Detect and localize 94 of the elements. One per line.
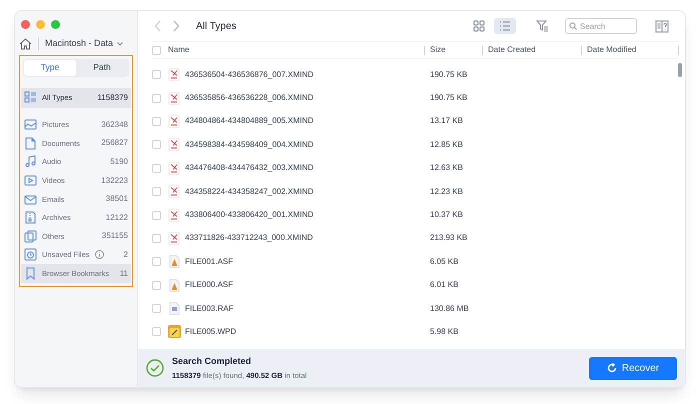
- file-name: 434476408-434476432_003.XMIND: [185, 162, 314, 174]
- check-circle-icon: [146, 359, 164, 377]
- column-header[interactable]: Size: [430, 44, 446, 56]
- search-field[interactable]: Search: [565, 18, 637, 34]
- file-name: 434358224-434358247_002.XMIND: [185, 186, 314, 198]
- page-title: All Types: [196, 20, 236, 34]
- row-checkbox[interactable]: [152, 164, 161, 173]
- search-icon: [569, 22, 577, 30]
- file-icon: [168, 185, 181, 198]
- select-all-checkbox[interactable]: [152, 46, 161, 54]
- file-icon: [168, 255, 181, 268]
- category-count: 132223: [101, 174, 128, 187]
- file-size: 13.17 KB: [430, 116, 463, 126]
- file-size: 6.01 KB: [430, 280, 458, 290]
- refresh-icon: [606, 363, 617, 373]
- help-book-icon[interactable]: [655, 20, 669, 32]
- row-checkbox[interactable]: [152, 210, 161, 220]
- row-checkbox[interactable]: [152, 257, 161, 266]
- row-checkbox[interactable]: [152, 280, 161, 290]
- file-icon: [168, 138, 181, 152]
- file-icon: [168, 278, 181, 292]
- file-name: 434804864-434804889_005.XMIND: [185, 115, 314, 128]
- scrollbar-thumb[interactable]: [678, 63, 682, 77]
- category-count: 256827: [101, 137, 128, 150]
- file-size: 10.37 KB: [430, 210, 463, 220]
- file-size: 12.63 KB: [430, 163, 463, 172]
- file-icon: [168, 208, 181, 222]
- file-name: 433711826-433712243_000.XMIND: [185, 232, 313, 244]
- row-checkbox[interactable]: [152, 94, 161, 103]
- file-name: FILE001.ASF: [185, 256, 234, 268]
- row-checkbox[interactable]: [152, 140, 161, 150]
- file-name: 436535856-436536228_006.XMIND: [185, 92, 314, 104]
- row-checkbox[interactable]: [152, 304, 161, 314]
- pictures-icon: [24, 118, 37, 132]
- status-title: Search Completed: [172, 354, 252, 368]
- category-count: 1158379: [97, 92, 128, 104]
- file-size: 5.98 KB: [430, 326, 458, 336]
- category-count: 12122: [106, 212, 128, 224]
- grid-icon: [473, 20, 485, 32]
- emails-icon: [24, 192, 37, 206]
- tab[interactable]: Type: [24, 60, 76, 76]
- file-icon: [168, 302, 181, 316]
- bookmarks-icon: [24, 267, 37, 280]
- videos-icon: [24, 174, 37, 188]
- recover-button[interactable]: Recover: [589, 356, 677, 380]
- archives-icon: [24, 211, 37, 224]
- list-view-button[interactable]: [494, 18, 516, 34]
- info-icon[interactable]: [94, 250, 104, 260]
- category-count: 351155: [102, 230, 128, 242]
- drive-selector[interactable]: Macintosh - Data: [45, 37, 124, 50]
- file-name: FILE003.RAF: [185, 302, 234, 315]
- category-count: 2: [124, 248, 128, 261]
- file-icon: [168, 162, 181, 175]
- row-checkbox[interactable]: [152, 187, 161, 196]
- file-icon: [168, 325, 181, 338]
- others-icon: [24, 230, 37, 243]
- column-header[interactable]: Date Modified: [587, 44, 636, 56]
- category-count: 5190: [110, 156, 128, 168]
- row-checkbox[interactable]: [152, 234, 161, 243]
- file-size: 130.86 MB: [430, 304, 469, 313]
- category-count: 38501: [106, 193, 128, 206]
- all-icon: [24, 91, 37, 104]
- filter-icon[interactable]: [536, 20, 549, 32]
- tab[interactable]: Path: [76, 60, 128, 76]
- row-checkbox[interactable]: [152, 116, 161, 126]
- unsaved-icon: [24, 248, 37, 262]
- file-icon: [168, 68, 181, 82]
- file-name: FILE005.WPD: [185, 326, 236, 338]
- file-size: 6.05 KB: [430, 256, 458, 266]
- category-count: 11: [120, 268, 128, 280]
- file-size: 12.85 KB: [430, 140, 463, 149]
- file-size: 213.93 KB: [430, 233, 468, 242]
- file-icon: [168, 114, 181, 128]
- forward-icon[interactable]: [172, 20, 180, 32]
- column-header[interactable]: Name: [168, 44, 190, 56]
- home-icon[interactable]: [19, 38, 32, 50]
- file-name: 436536504-436536876_007.XMIND: [185, 68, 314, 81]
- documents-icon: [24, 136, 37, 150]
- chevron-down-icon: [117, 42, 124, 46]
- row-checkbox[interactable]: [152, 70, 161, 80]
- file-icon: [168, 92, 181, 105]
- audio-icon: [24, 155, 37, 168]
- file-size: 12.23 KB: [430, 186, 463, 196]
- file-name: 433806400-433806420_001.XMIND: [185, 209, 314, 222]
- file-size: 190.75 KB: [430, 93, 468, 102]
- file-name: 434598384-434598409_004.XMIND: [185, 138, 314, 151]
- file-size: 190.75 KB: [430, 70, 468, 79]
- category-count: 362348: [101, 118, 128, 131]
- list-icon: [499, 20, 511, 32]
- column-header[interactable]: Date Created: [488, 44, 536, 56]
- file-icon: [168, 232, 181, 245]
- back-icon[interactable]: [154, 20, 162, 32]
- row-checkbox[interactable]: [152, 327, 161, 336]
- file-name: FILE000.ASF: [185, 279, 234, 292]
